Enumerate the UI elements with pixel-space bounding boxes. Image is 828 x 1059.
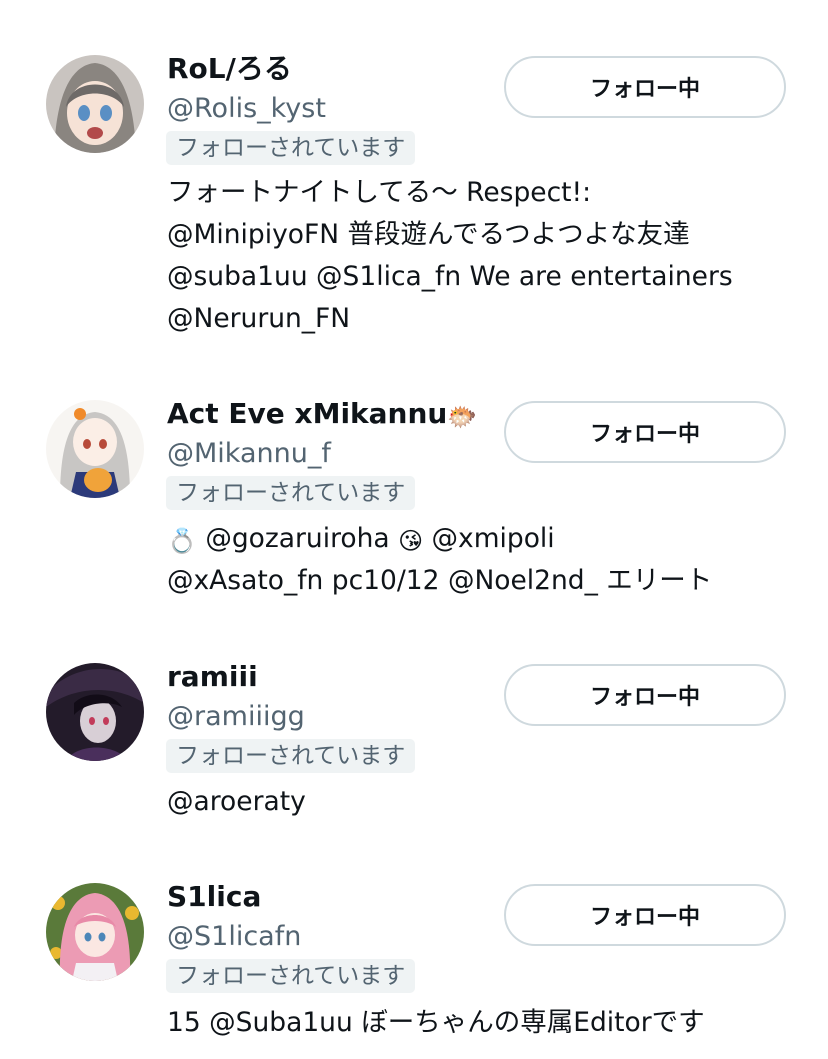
follows-you-badge: フォローされています: [166, 959, 416, 993]
following-list: RoL/ろる @Rolis_kyst フォローされています フォートナイトしてる…: [0, 0, 828, 1059]
user-display-name[interactable]: S1lica: [167, 880, 261, 914]
user-handle[interactable]: @S1licafn: [167, 920, 301, 954]
user-bio: 15 @Suba1uu ぼーちゃんの専属Editorです: [167, 1002, 807, 1044]
following-button[interactable]: フォロー中: [504, 884, 786, 946]
user-row[interactable]: S1lica @S1licafn フォローされています 15 @Suba1uu …: [0, 0, 828, 1059]
bio-line: 15 @Suba1uu ぼーちゃんの専属Editorです: [167, 1007, 705, 1038]
avatar[interactable]: [46, 883, 144, 981]
